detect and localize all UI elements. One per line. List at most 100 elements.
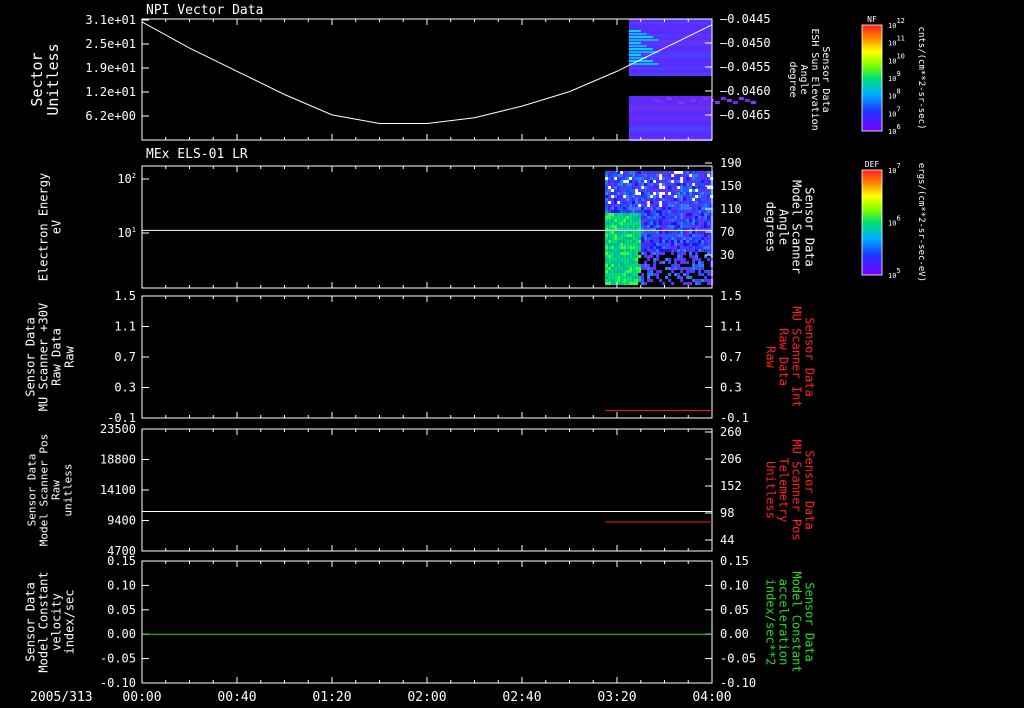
heatmap-cell bbox=[689, 207, 693, 210]
heatmap-cell bbox=[623, 258, 627, 261]
heatmap-cell bbox=[695, 282, 699, 285]
heatmap-cell bbox=[638, 249, 642, 252]
heatmap-cell bbox=[692, 213, 696, 216]
heatmap-cell bbox=[695, 222, 699, 225]
heatmap-cell bbox=[677, 171, 681, 174]
svg-text:Sensor Data: Sensor Data bbox=[803, 582, 817, 661]
heatmap-cell bbox=[644, 231, 648, 234]
heatmap-cell bbox=[623, 180, 627, 183]
heatmap-cell bbox=[638, 186, 642, 189]
heatmap-cell bbox=[671, 210, 675, 213]
heatmap-cell bbox=[611, 201, 615, 204]
heatmap-cell bbox=[683, 243, 687, 246]
heatmap-cell bbox=[656, 252, 660, 255]
heatmap-cell bbox=[677, 258, 681, 261]
heatmap-cell bbox=[707, 201, 711, 204]
heatmap-cell bbox=[617, 276, 621, 279]
heatmap-cell bbox=[623, 231, 627, 234]
heatmap-cell bbox=[683, 186, 687, 189]
heatmap-cell bbox=[632, 180, 636, 183]
heatmap-cell bbox=[641, 246, 645, 249]
heatmap-cell bbox=[614, 174, 618, 177]
heatmap-cell bbox=[620, 171, 624, 174]
heatmap-cell bbox=[638, 192, 642, 195]
heatmap-cell bbox=[635, 276, 639, 279]
heatmap-cell bbox=[611, 243, 615, 246]
heatmap-cell bbox=[650, 186, 654, 189]
heatmap-cell bbox=[695, 279, 699, 282]
heatmap-cell bbox=[623, 279, 627, 282]
svg-text:Unitless: Unitless bbox=[764, 461, 778, 519]
heatmap-cell bbox=[698, 192, 702, 195]
heatmap-cell bbox=[628, 67, 712, 70]
heatmap-cell bbox=[614, 258, 618, 261]
heatmap-cell bbox=[608, 270, 612, 273]
heatmap-cell bbox=[671, 237, 675, 240]
heatmap-cell bbox=[614, 207, 618, 210]
heatmap-cell bbox=[656, 171, 660, 174]
heatmap-cell bbox=[626, 240, 630, 243]
heatmap-cell bbox=[626, 219, 630, 222]
heatmap-cell bbox=[647, 210, 651, 213]
heatmap-cell bbox=[632, 216, 636, 219]
heatmap-cell bbox=[628, 22, 712, 25]
heatmap-cell bbox=[695, 198, 699, 201]
y-right-axis-label: Sensor DataESH Sun ElevationAngledegree bbox=[787, 28, 831, 130]
heatmap-cell bbox=[617, 219, 621, 222]
heatmap-cell bbox=[641, 234, 645, 237]
svg-text:acceleration: acceleration bbox=[777, 579, 791, 666]
heatmap-cell bbox=[698, 225, 702, 228]
heatmap-cell bbox=[629, 243, 633, 246]
heatmap-cell bbox=[686, 237, 690, 240]
heatmap-cell bbox=[683, 249, 687, 252]
heatmap-cell bbox=[662, 282, 666, 285]
colorbar-tick-label: 1011 bbox=[888, 35, 905, 48]
y-right-tick-label: 0.00 bbox=[720, 627, 749, 641]
heatmap-cell bbox=[659, 222, 663, 225]
heatmap-cell bbox=[626, 195, 630, 198]
heatmap-cell bbox=[668, 231, 672, 234]
y-tick-label: 14100 bbox=[100, 483, 136, 497]
heatmap-cell bbox=[623, 270, 627, 273]
y-axis-label: SectorUnitless bbox=[28, 43, 62, 115]
heatmap-cell bbox=[623, 255, 627, 258]
heatmap-cell bbox=[668, 234, 672, 237]
heatmap-cell bbox=[683, 225, 687, 228]
heatmap-cell bbox=[650, 222, 654, 225]
heatmap-cell bbox=[653, 210, 657, 213]
heatmap-cell bbox=[665, 240, 669, 243]
heatmap-cell bbox=[683, 234, 687, 237]
heatmap-cell bbox=[662, 237, 666, 240]
heatmap-cell bbox=[608, 231, 612, 234]
heatmap-cell bbox=[683, 267, 687, 270]
heatmap-cell bbox=[674, 222, 678, 225]
heatmap-cell bbox=[674, 189, 678, 192]
heatmap-cell bbox=[617, 192, 621, 195]
heatmap-cell bbox=[626, 177, 630, 180]
panel-frame bbox=[141, 560, 713, 684]
heatmap-cell bbox=[626, 225, 630, 228]
svg-text:Angle: Angle bbox=[798, 64, 809, 94]
heatmap-cell bbox=[689, 198, 693, 201]
heatmap-cell bbox=[605, 261, 609, 264]
heatmap-cell bbox=[626, 186, 630, 189]
y-right-tick-label: –0.0455 bbox=[720, 60, 771, 74]
heatmap-cell bbox=[623, 219, 627, 222]
heatmap-cell bbox=[626, 246, 630, 249]
heatmap-cell bbox=[662, 189, 666, 192]
heatmap-cell bbox=[617, 282, 621, 285]
heatmap-cell bbox=[647, 213, 651, 216]
heatmap-cell bbox=[611, 213, 615, 216]
heatmap-cell bbox=[629, 258, 633, 261]
heatmap-cell bbox=[638, 237, 642, 240]
heatmap-cell bbox=[650, 201, 654, 204]
heatmap-cell bbox=[671, 234, 675, 237]
heatmap-cell bbox=[617, 207, 621, 210]
heatmap-cell bbox=[665, 192, 669, 195]
heatmap-cell bbox=[668, 210, 672, 213]
heatmap-cell bbox=[683, 180, 687, 183]
heatmap-cell bbox=[650, 255, 654, 258]
heatmap-cell bbox=[683, 189, 687, 192]
heatmap-cell bbox=[623, 177, 627, 180]
heatmap-cell bbox=[701, 186, 705, 189]
